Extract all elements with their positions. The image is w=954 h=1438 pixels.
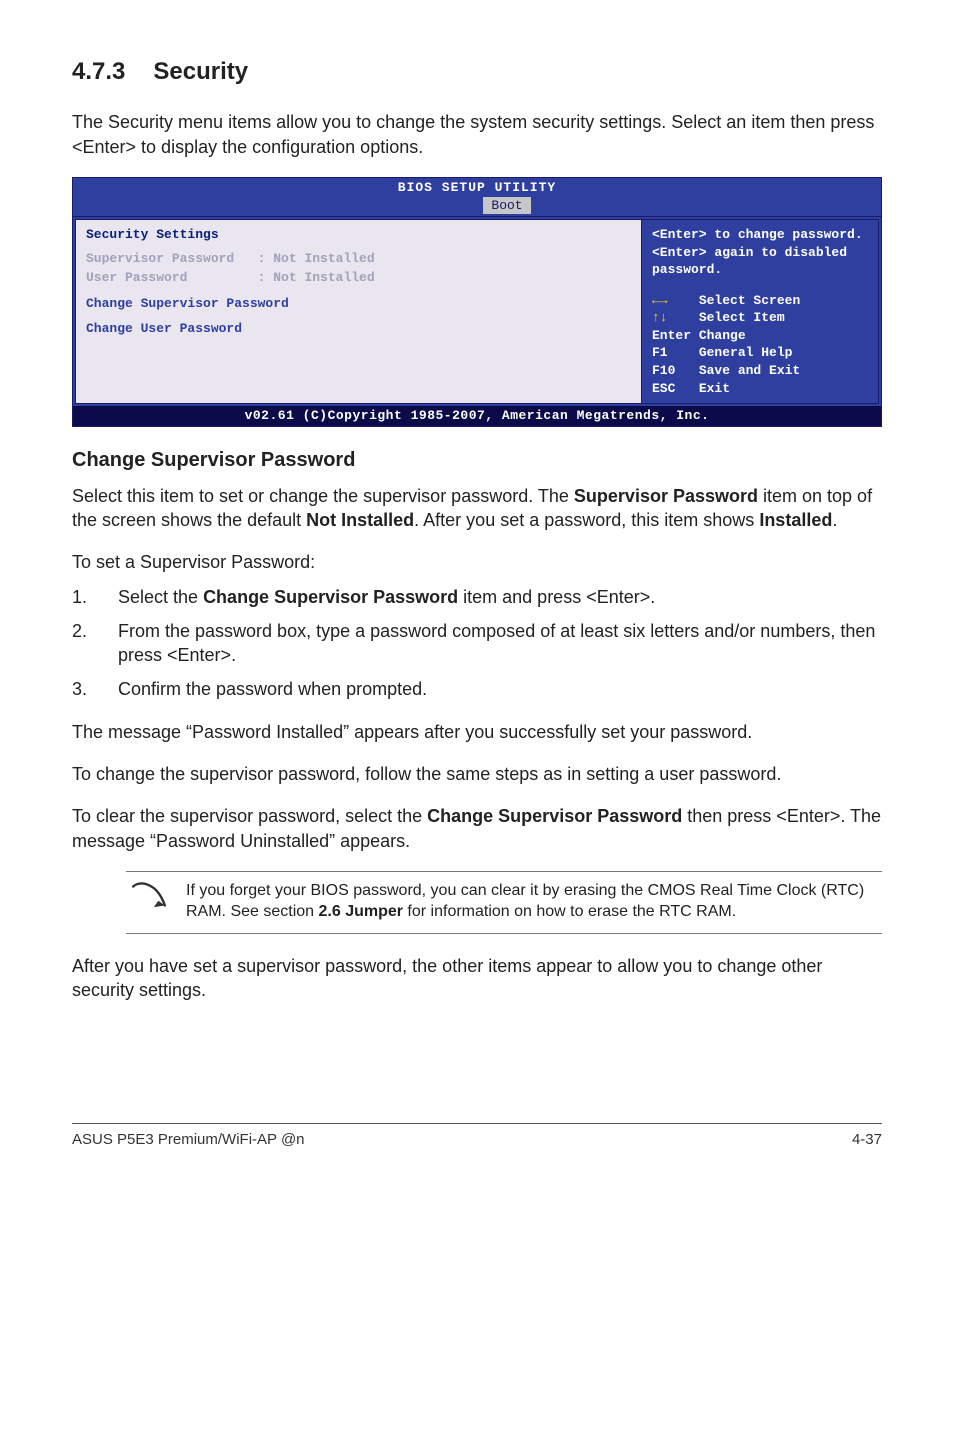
step-text: Confirm the password when prompted. xyxy=(118,677,882,701)
bios-keys: ←→ Select Screen ↑↓ Select Item Enter Ch… xyxy=(652,292,868,397)
footer-left: ASUS P5E3 Premium/WiFi-AP @n xyxy=(72,1130,305,1150)
bios-screenshot: BIOS SETUP UTILITY Boot Security Setting… xyxy=(72,177,882,427)
text-frag: item and press <Enter>. xyxy=(458,587,655,607)
bios-title: BIOS SETUP UTILITY xyxy=(73,179,881,197)
bios-key-enter-l: Enter xyxy=(652,328,691,343)
text-frag: . After you set a password, this item sh… xyxy=(414,510,759,530)
bios-left-pane: Security Settings Supervisor Password : … xyxy=(75,219,641,404)
bios-row-user-label: User Password xyxy=(86,270,187,285)
paragraph-to-set: To set a Supervisor Password: xyxy=(72,550,882,574)
bios-security-heading: Security Settings xyxy=(86,226,631,244)
bios-key-enter-r: Change xyxy=(699,328,746,343)
page-footer: ASUS P5E3 Premium/WiFi-AP @n 4-37 xyxy=(72,1123,882,1150)
list-item: 2. From the password box, type a passwor… xyxy=(72,619,882,668)
bios-row-supervisor-value: : Not Installed xyxy=(258,251,375,266)
bios-key-f10-l: F10 xyxy=(652,363,675,378)
bios-key-select-screen: Select Screen xyxy=(699,293,800,308)
paragraph-change-supervisor: Select this item to set or change the su… xyxy=(72,484,882,533)
bios-row-supervisor-label: Supervisor Password xyxy=(86,251,234,266)
note-text: If you forget your BIOS password, you ca… xyxy=(186,880,878,923)
step-text: From the password box, type a password c… xyxy=(118,619,882,668)
bios-tab-boot: Boot xyxy=(483,197,530,215)
bios-key-f10-r: Save and Exit xyxy=(699,363,800,378)
text-bold: Change Supervisor Password xyxy=(427,806,682,826)
bios-hint: <Enter> to change password. <Enter> agai… xyxy=(652,226,868,279)
text-frag: for information on how to erase the RTC … xyxy=(403,903,736,920)
bios-item-change-supervisor: Change Supervisor Password xyxy=(86,295,631,313)
bios-item-change-user: Change User Password xyxy=(86,320,631,338)
list-item: 1. Select the Change Supervisor Password… xyxy=(72,585,882,609)
bios-key-select-item: Select Item xyxy=(699,310,785,325)
intro-paragraph: The Security menu items allow you to cha… xyxy=(72,110,882,159)
step-number: 1. xyxy=(72,585,118,609)
subheading-change-supervisor: Change Supervisor Password xyxy=(72,447,882,474)
bios-key-f1-l: F1 xyxy=(652,345,668,360)
bios-right-pane: <Enter> to change password. <Enter> agai… xyxy=(641,219,879,404)
text-frag: To clear the supervisor password, select… xyxy=(72,806,427,826)
paragraph-clear-password: To clear the supervisor password, select… xyxy=(72,804,882,853)
bios-key-esc-l: ESC xyxy=(652,381,675,396)
bios-header: BIOS SETUP UTILITY Boot xyxy=(73,178,881,216)
arrows-ud-icon: ↑↓ xyxy=(652,310,668,325)
text-frag: . xyxy=(832,510,837,530)
paragraph-after-set: After you have set a supervisor password… xyxy=(72,954,882,1003)
bios-row-user: User Password : Not Installed xyxy=(86,269,631,287)
steps-list: 1. Select the Change Supervisor Password… xyxy=(72,585,882,702)
paragraph-change-same-steps: To change the supervisor password, follo… xyxy=(72,762,882,786)
footer-right: 4-37 xyxy=(852,1130,882,1150)
text-bold: Change Supervisor Password xyxy=(203,587,458,607)
section-title: Security xyxy=(153,58,248,85)
arrows-lr-icon: ←→ xyxy=(652,293,668,308)
step-number: 3. xyxy=(72,677,118,701)
bios-key-f1-r: General Help xyxy=(699,345,793,360)
bios-footer: v02.61 (C)Copyright 1985-2007, American … xyxy=(73,406,881,426)
text-bold: Not Installed xyxy=(306,510,414,530)
list-item: 3. Confirm the password when prompted. xyxy=(72,677,882,701)
text-bold: 2.6 Jumper xyxy=(319,903,403,920)
bios-row-user-value: : Not Installed xyxy=(258,270,375,285)
note-icon xyxy=(130,880,168,919)
section-number: 4.7.3 xyxy=(72,56,125,88)
paragraph-installed-msg: The message “Password Installed” appears… xyxy=(72,720,882,744)
bios-row-supervisor: Supervisor Password : Not Installed xyxy=(86,250,631,268)
section-heading: 4.7.3 Security xyxy=(72,56,882,88)
note-block: If you forget your BIOS password, you ca… xyxy=(126,871,882,934)
step-number: 2. xyxy=(72,619,118,668)
bios-key-esc-r: Exit xyxy=(699,381,730,396)
text-bold: Supervisor Password xyxy=(574,486,758,506)
text-frag: Select the xyxy=(118,587,203,607)
text-bold: Installed xyxy=(759,510,832,530)
step-text: Select the Change Supervisor Password it… xyxy=(118,585,882,609)
text-frag: Select this item to set or change the su… xyxy=(72,486,574,506)
